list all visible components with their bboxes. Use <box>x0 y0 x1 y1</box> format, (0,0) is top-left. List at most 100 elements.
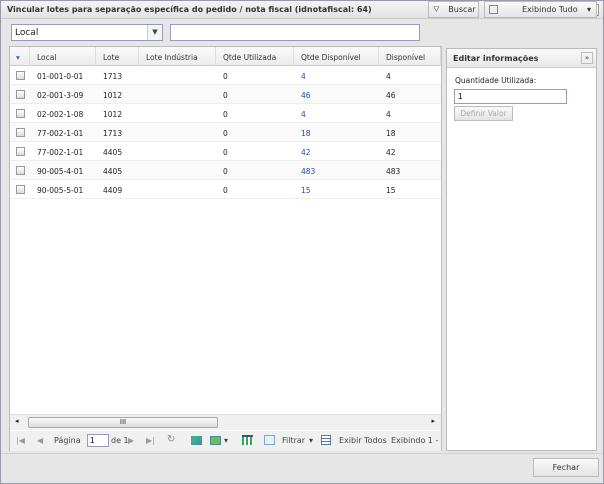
cell-lote: 1012 <box>103 110 123 119</box>
column-lote[interactable]: Lote <box>96 47 139 66</box>
table-row[interactable]: 02-001-3-09 1012 0 46 46 <box>10 85 441 104</box>
view-mode-label: Exibindo Tudo <box>522 5 578 14</box>
last-page-icon[interactable]: ▶| <box>146 436 155 445</box>
cell-qtde-disponivel: 46 <box>301 91 311 100</box>
list-icon[interactable] <box>321 435 331 445</box>
refresh-icon[interactable]: ↻ <box>167 434 175 445</box>
cell-disponivel: 4 <box>386 72 391 81</box>
cell-local: 90-005-4-01 <box>37 167 84 176</box>
filter-dropdown-icon[interactable]: ▾ <box>309 436 313 445</box>
row-checkbox[interactable] <box>16 128 25 137</box>
scrollbar-thumb[interactable]: III <box>28 417 218 428</box>
cell-local: 77-002-1-01 <box>37 129 84 138</box>
dialog-footer: Fechar <box>1 453 603 483</box>
horizontal-scrollbar[interactable]: ◂ III ▸ <box>10 414 441 430</box>
cell-lote: 1713 <box>103 129 123 138</box>
cell-qtde-utilizada: 0 <box>223 91 228 100</box>
cell-qtde-disponivel: 4 <box>301 72 306 81</box>
table-row[interactable]: 02-002-1-08 1012 0 4 4 <box>10 104 441 123</box>
sort-icon[interactable]: ▾ <box>10 47 30 66</box>
cell-qtde-utilizada: 0 <box>223 186 228 195</box>
column-lote-industria[interactable]: Lote Indústria <box>139 47 216 66</box>
show-all-button[interactable]: Exibir Todos <box>339 436 387 445</box>
cell-qtde-utilizada: 0 <box>223 129 228 138</box>
scroll-left-icon[interactable]: ◂ <box>15 417 19 425</box>
cell-qtde-disponivel: 483 <box>301 167 316 176</box>
table-row[interactable]: 77-002-1-01 1713 0 18 18 <box>10 123 441 142</box>
column-local[interactable]: Local <box>30 47 96 66</box>
quantity-input[interactable] <box>454 89 567 104</box>
search-button-label: Buscar <box>448 5 476 14</box>
row-checkbox[interactable] <box>16 90 25 99</box>
column-qtde-disponivel[interactable]: Qtde Disponível <box>294 47 379 66</box>
filter-button[interactable]: Filtrar <box>282 436 305 445</box>
cell-lote-industria <box>139 161 146 180</box>
close-dialog-button[interactable]: Fechar <box>533 458 599 477</box>
next-page-icon[interactable]: ▶ <box>128 436 134 445</box>
cell-lote-industria <box>139 104 146 123</box>
cell-disponivel: 4 <box>386 110 391 119</box>
export-icon[interactable] <box>210 436 221 445</box>
cell-lote: 4405 <box>103 167 123 176</box>
page-input[interactable] <box>87 434 109 447</box>
column-qtde-utilizada[interactable]: Qtde Utilizada <box>216 47 294 66</box>
cell-qtde-utilizada: 0 <box>223 72 228 81</box>
filter-icon: ⛛ <box>433 5 440 14</box>
view-icon <box>489 5 498 14</box>
edit-panel-title: Editar informações <box>453 54 539 63</box>
cell-lote: 1012 <box>103 91 123 100</box>
row-checkbox[interactable] <box>16 185 25 194</box>
prev-page-icon[interactable]: ◀ <box>37 436 43 445</box>
scroll-right-icon[interactable]: ▸ <box>431 417 435 425</box>
cell-qtde-utilizada: 0 <box>223 110 228 119</box>
cell-local: 02-001-3-09 <box>37 91 84 100</box>
row-checkbox[interactable] <box>16 147 25 156</box>
cell-qtde-disponivel: 18 <box>301 129 311 138</box>
cell-local: 77-002-1-01 <box>37 148 84 157</box>
row-checkbox[interactable] <box>16 71 25 80</box>
collapse-panel-icon[interactable]: » <box>581 52 593 64</box>
cell-disponivel: 18 <box>386 129 396 138</box>
table-row[interactable]: 77-002-1-01 4405 0 42 42 <box>10 142 441 161</box>
cell-lote-industria <box>139 66 146 85</box>
cell-lote-industria <box>139 85 146 104</box>
grid-header: ▾ Local Lote Lote Indústria Qtde Utiliza… <box>10 47 441 66</box>
cell-qtde-disponivel: 4 <box>301 110 306 119</box>
quantity-label: Quantidade Utilizada: <box>455 76 537 85</box>
cell-disponivel: 15 <box>386 186 396 195</box>
filter-grid-icon[interactable] <box>264 435 275 445</box>
view-mode-button[interactable]: Exibindo Tudo ▾ <box>484 1 597 18</box>
cell-lote: 4409 <box>103 186 123 195</box>
paging-status: Exibindo 1 - 7 d <box>391 436 441 445</box>
cell-lote: 4405 <box>103 148 123 157</box>
page-count: de 1 <box>111 436 129 445</box>
search-input[interactable] <box>170 24 420 41</box>
field-select[interactable]: Local ▼ <box>11 24 163 41</box>
cell-disponivel: 483 <box>386 167 401 176</box>
cell-disponivel: 42 <box>386 148 396 157</box>
dropdown-arrow-icon: ▾ <box>586 5 591 14</box>
cell-local: 01-001-0-01 <box>37 72 84 81</box>
cell-local: 90-005-5-01 <box>37 186 84 195</box>
table-row[interactable]: 90-005-4-01 4405 0 483 483 <box>10 161 441 180</box>
cell-qtde-disponivel: 15 <box>301 186 311 195</box>
chevron-down-icon[interactable]: ▼ <box>147 25 162 40</box>
cell-lote: 1713 <box>103 72 123 81</box>
page-label: Página <box>54 436 81 445</box>
row-checkbox[interactable] <box>16 109 25 118</box>
table-row[interactable]: 01-001-0-01 1713 0 4 4 <box>10 66 441 85</box>
set-value-button[interactable]: Definir Valor <box>454 106 513 121</box>
cell-qtde-utilizada: 0 <box>223 148 228 157</box>
export-dropdown-icon[interactable]: ▾ <box>224 436 228 445</box>
cell-lote-industria <box>139 180 146 199</box>
cell-lote-industria <box>139 123 146 142</box>
cell-qtde-utilizada: 0 <box>223 167 228 176</box>
search-button[interactable]: ⛛ Buscar <box>428 1 479 18</box>
chart-icon[interactable] <box>191 436 202 445</box>
columns-icon[interactable] <box>242 435 253 445</box>
first-page-icon[interactable]: |◀ <box>16 436 25 445</box>
table-row[interactable]: 90-005-5-01 4409 0 15 15 <box>10 180 441 199</box>
row-checkbox[interactable] <box>16 166 25 175</box>
column-disponivel[interactable]: Disponível <box>379 47 441 66</box>
cell-qtde-disponivel: 42 <box>301 148 311 157</box>
